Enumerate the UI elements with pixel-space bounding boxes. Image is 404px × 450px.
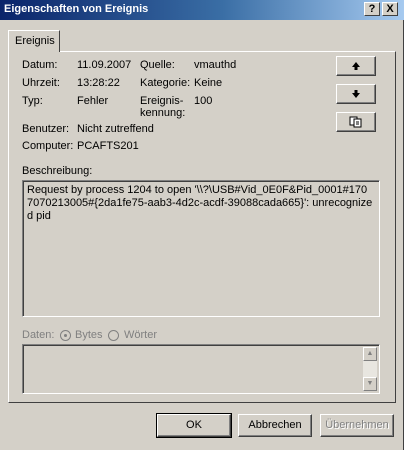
- previous-event-button[interactable]: [336, 56, 376, 76]
- description-text: Request by process 1204 to open '\\?\USB…: [27, 184, 373, 222]
- next-event-button[interactable]: [336, 84, 376, 104]
- kategorie-label: Kategorie:: [140, 77, 191, 89]
- title-bar: Eigenschaften von Ereignis ? X: [0, 0, 404, 20]
- ereigniskennung-label-line1: Ereignis-: [140, 95, 184, 107]
- computer-value: PCAFTS201: [77, 140, 139, 152]
- scroll-down-arrow-icon[interactable]: ▼: [363, 377, 377, 391]
- datum-value: 11.09.2007: [77, 59, 132, 71]
- benutzer-value: Nicht zutreffend: [77, 123, 154, 135]
- data-scrollbar[interactable]: ▲ ▼: [363, 347, 377, 391]
- radio-words[interactable]: [108, 330, 119, 341]
- ok-button[interactable]: OK: [156, 413, 232, 438]
- data-label: Daten:: [22, 329, 55, 341]
- typ-value: Fehler: [77, 95, 109, 107]
- kategorie-value: Keine: [194, 77, 223, 89]
- scroll-up-arrow-icon[interactable]: ▲: [363, 347, 377, 361]
- quelle-label: Quelle:: [140, 59, 175, 71]
- copy-icon: [349, 116, 362, 128]
- up-arrow-icon: [352, 62, 360, 70]
- radio-words-label: Wörter: [124, 329, 157, 341]
- datum-label: Datum:: [22, 59, 58, 71]
- typ-label: Typ:: [22, 95, 43, 107]
- copy-button[interactable]: [336, 112, 376, 132]
- cancel-button[interactable]: Abbrechen: [238, 414, 312, 437]
- tab-ereignis[interactable]: Ereignis: [8, 30, 60, 52]
- close-button[interactable]: X: [382, 2, 398, 16]
- window-title: Eigenschaften von Ereignis: [4, 3, 149, 15]
- data-textbox[interactable]: ▲ ▼: [22, 344, 380, 394]
- uhrzeit-value: 13:28:22: [77, 77, 120, 89]
- down-arrow-icon: [352, 90, 360, 98]
- radio-bytes-label: Bytes: [75, 329, 103, 341]
- help-button[interactable]: ?: [364, 2, 380, 16]
- apply-button[interactable]: Übernehmen: [320, 414, 394, 437]
- description-label: Beschreibung:: [22, 165, 93, 177]
- radio-bytes[interactable]: [60, 330, 71, 341]
- tab-ereignis-label: Ereignis: [15, 35, 55, 47]
- quelle-value: vmauthd: [194, 59, 237, 71]
- benutzer-label: Benutzer:: [22, 123, 70, 135]
- description-textbox[interactable]: Request by process 1204 to open '\\?\USB…: [22, 180, 380, 317]
- event-properties-dialog: Eigenschaften von Ereignis ? X Ereignis …: [0, 0, 404, 450]
- computer-label: Computer:: [22, 140, 74, 152]
- uhrzeit-label: Uhrzeit:: [22, 77, 60, 89]
- ereigniskennung-label-line2: kennung:: [140, 107, 186, 119]
- ereigniskennung-value: 100: [194, 95, 213, 107]
